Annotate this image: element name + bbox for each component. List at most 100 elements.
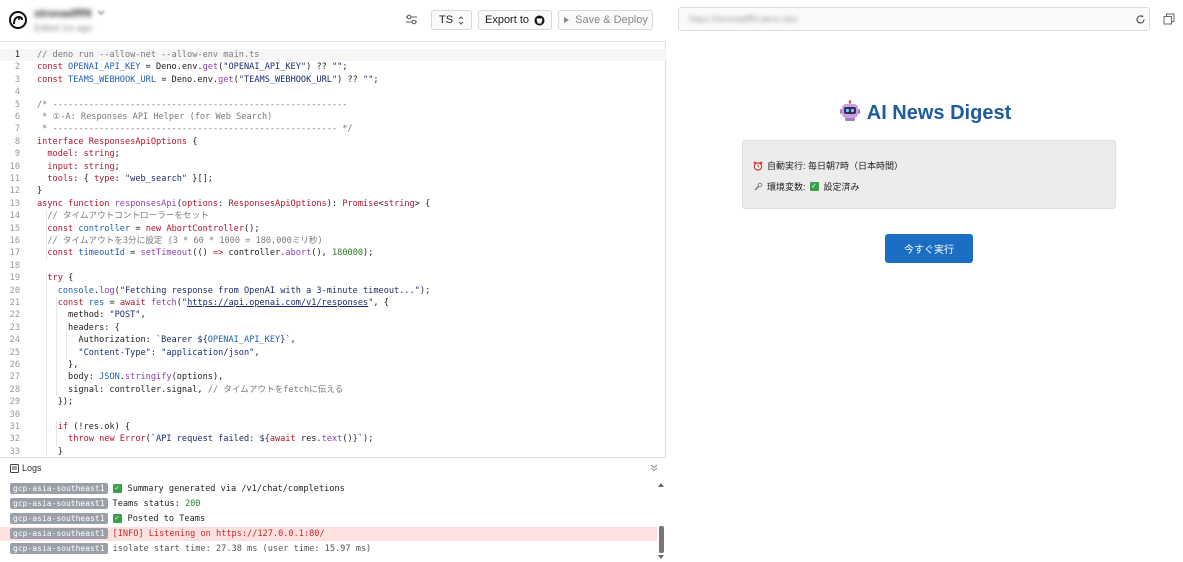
env-label: 環境変数: — [767, 182, 806, 192]
code-line[interactable]: 31 if (!res.ok) { — [0, 421, 666, 433]
code-token: log — [99, 285, 115, 296]
code-line[interactable]: 30 — [0, 409, 666, 421]
code-token: OPENAI_API_KEY — [68, 62, 141, 73]
code-line[interactable]: 19 try { — [0, 272, 666, 284]
code-token: ResponsesApiOptions — [88, 136, 188, 147]
language-select[interactable]: TS — [431, 10, 472, 30]
code-line[interactable]: 2 const OPENAI_API_KEY = Deno.env.get("OP… — [0, 61, 666, 73]
line-number: 3 — [14, 74, 20, 85]
code-line[interactable]: 28 signal: controller.signal, // タイムアウトを… — [0, 384, 666, 396]
preview-url[interactable]: https://stronadfff9.deno.dev — [689, 14, 798, 24]
logs-scrollbar-thumb[interactable] — [659, 526, 664, 553]
log-entry: gcp-asia-southeast1 isolate start time: 2… — [0, 542, 657, 556]
code-token: Error — [119, 434, 146, 445]
code-line[interactable]: 26 }, — [0, 359, 666, 371]
settings-sliders-icon[interactable] — [405, 13, 418, 26]
export-to-github-button[interactable]: Export to — [478, 10, 552, 30]
code-token: : — [73, 161, 84, 172]
code-token: fetch — [150, 298, 177, 308]
open-in-new-window-icon[interactable] — [1163, 13, 1175, 25]
code-token: get — [202, 62, 219, 73]
collapse-chevron-icon[interactable] — [650, 464, 658, 472]
code-line[interactable]: 5 /* ------------------------------------… — [0, 99, 666, 111]
line-number: 16 — [9, 236, 20, 246]
region-badge: gcp-asia-southeast1 — [10, 513, 108, 524]
reload-icon[interactable] — [1135, 14, 1146, 25]
code-token: /* -------------------------------------… — [37, 99, 348, 110]
line-number: 13 — [9, 198, 20, 209]
code-token: "Fetching response from OpenAI with a 3-… — [119, 285, 420, 296]
preview-url-bar[interactable]: https://stronadfff9.deno.dev — [678, 7, 1150, 31]
code-token: (() — [192, 248, 213, 259]
code-line[interactable]: 9 model: string; — [0, 148, 666, 160]
code-line[interactable]: 6 * ①-A: Responses API Helper (for Web S… — [0, 111, 666, 123]
line-number: 18 — [9, 260, 20, 271]
chevron-down-icon[interactable] — [97, 9, 105, 17]
line-number: 6 — [14, 112, 20, 122]
code-line[interactable]: 29 }); — [0, 396, 666, 408]
code-token: }` — [352, 434, 364, 445]
code-line[interactable]: 12} — [0, 185, 666, 197]
code-line[interactable]: 18 — [0, 260, 666, 272]
code-line[interactable]: 7 * ------------------------------------… — [0, 123, 666, 135]
logs-header[interactable]: Logs — [0, 458, 666, 478]
scroll-up-icon[interactable] — [658, 482, 664, 488]
code-line[interactable]: 21 const res = await fetch("https://api.… — [0, 297, 666, 309]
log-entry: gcp-asia-southeast1 ✓ Posted to Teams — [0, 512, 657, 526]
code-token: ): — [326, 198, 343, 209]
code-line[interactable]: 16 // タイムアウトを3分に設定 (3 * 60 * 1000 = 180,… — [0, 235, 666, 247]
code-token: method: — [37, 310, 110, 321]
line-number: 1 — [14, 50, 20, 60]
code-line[interactable]: 27 body: JSON.stringify(options), — [0, 371, 666, 383]
deploy-label: Save & Deploy — [575, 14, 648, 26]
code-token: "Content-Type" — [78, 347, 151, 358]
code-line[interactable]: 13 async function responsesApi(options: R… — [0, 198, 666, 210]
save-deploy-button[interactable]: Save & Deploy — [558, 10, 653, 30]
code-line[interactable]: 23 headers: { — [0, 322, 666, 334]
code-token: const — [47, 248, 79, 259]
deno-logo-icon[interactable] — [9, 11, 27, 29]
code-line[interactable]: 24 Authorization: `Bearer ${OPENAI_API_K… — [0, 334, 666, 346]
run-now-button[interactable]: 今すぐ実行 — [885, 234, 973, 263]
code-line[interactable]: 22 method: "POST", — [0, 309, 666, 321]
code-line[interactable]: 33 } — [0, 446, 666, 456]
code-line[interactable]: 11 tools: { type: "web_search" }[]; — [0, 173, 666, 185]
code-line[interactable]: 20 console.log("Fetching response from O… — [0, 285, 666, 297]
code-token: ) ?? — [306, 62, 332, 73]
line-number: 27 — [9, 372, 20, 383]
wrench-icon — [754, 182, 763, 191]
code-line[interactable]: 4 — [0, 86, 666, 98]
check-icon: ✓ — [112, 484, 122, 493]
code-line[interactable]: 25 "Content-Type": "application/json", — [0, 347, 666, 359]
code-token: { — [187, 136, 198, 147]
log-text: Posted to Teams — [127, 514, 206, 524]
code-line[interactable]: 3 const TEAMS_WEBHOOK_URL = Deno.env.get(… — [0, 74, 666, 86]
logs-icon — [10, 464, 19, 473]
region-badge: gcp-asia-southeast1 — [10, 528, 108, 539]
code-line[interactable]: 10 input: string; — [0, 161, 666, 173]
scroll-down-icon[interactable] — [658, 554, 664, 560]
code-line[interactable]: 32 throw new Error(`API request failed: … — [0, 433, 666, 445]
code-editor[interactable]: 1 // deno run --allow-net --allow-env mai… — [0, 43, 666, 456]
code-token: `Bearer ${ — [156, 335, 208, 346]
indent-guide — [46, 210, 47, 260]
project-name[interactable]: stronadfff9 — [34, 8, 92, 20]
code-line[interactable]: 14 // タイムアウトコントローラーをセット — [0, 210, 666, 222]
code-token: res — [88, 298, 105, 308]
indent-guide — [66, 321, 67, 359]
code-line[interactable]: 17 const timeoutId = setTimeout(() => co… — [0, 247, 666, 259]
code-token: get — [218, 74, 234, 85]
code-token: // deno run --allow-net --allow-env main… — [37, 50, 260, 60]
code-token: : — [73, 149, 84, 160]
project-info[interactable]: stronadfff9 Edited 1m ago — [34, 8, 92, 33]
code-token: , — [140, 310, 146, 321]
code-token: const — [37, 74, 69, 85]
code-line[interactable]: 1 // deno run --allow-net --allow-env mai… — [0, 49, 666, 62]
code-line[interactable]: 8 interface ResponsesApiOptions { — [0, 136, 666, 148]
code-token: = — [124, 248, 141, 259]
code-line[interactable]: 15 const controller = new AbortControlle… — [0, 223, 666, 235]
code-token: headers: { — [37, 322, 120, 333]
